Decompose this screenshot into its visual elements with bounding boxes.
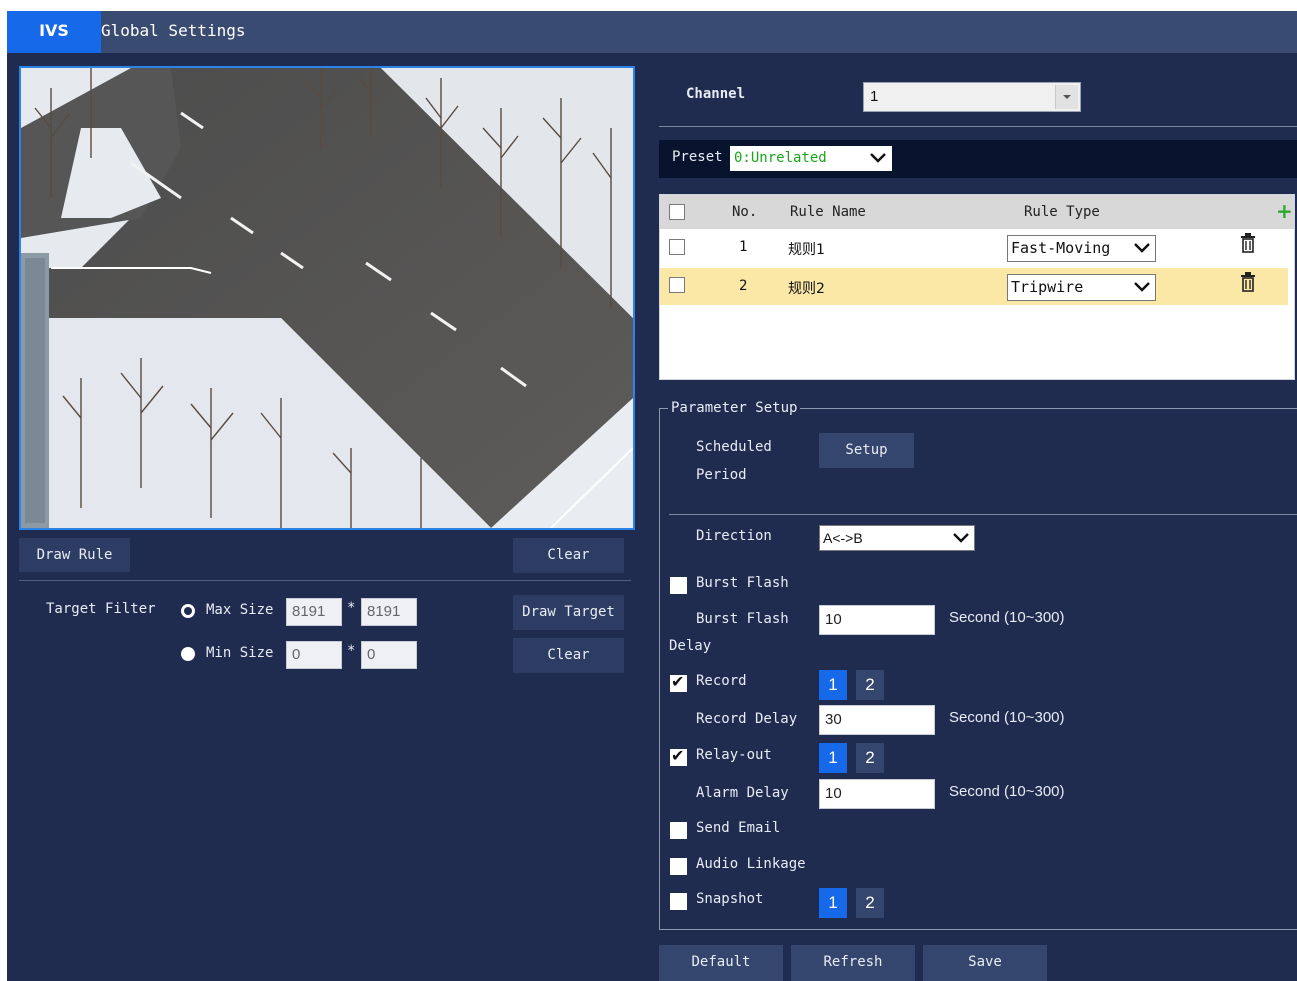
- scheduled-period-label-line1: Scheduled: [696, 439, 772, 455]
- delete-trash-icon[interactable]: [1240, 233, 1256, 257]
- param-divider: [669, 514, 1297, 515]
- refresh-button[interactable]: Refresh: [791, 945, 915, 981]
- burst-flash-delay-label-line1: Burst Flash: [696, 611, 789, 627]
- record-delay-hint: Second (10~300): [949, 709, 1065, 726]
- parameter-setup-legend: Parameter Setup: [671, 400, 798, 416]
- max-size-radio[interactable]: [181, 604, 195, 618]
- select-all-checkbox[interactable]: [669, 204, 685, 220]
- channel-value: 1: [870, 88, 879, 105]
- delete-trash-icon[interactable]: [1240, 272, 1256, 296]
- min-width-field[interactable]: 0: [286, 641, 342, 669]
- row-rule-type-value: Fast-Moving: [1011, 239, 1111, 257]
- max-times-sign: *: [347, 600, 356, 616]
- burst-flash-delay-label-line2: Delay: [669, 638, 712, 654]
- snapshot-label: Snapshot: [696, 891, 764, 907]
- burst-flash-label: Burst Flash: [696, 575, 789, 591]
- row-checkbox[interactable]: [669, 277, 685, 293]
- max-width-field[interactable]: 8191: [286, 598, 342, 626]
- setup-button[interactable]: Setup: [819, 433, 914, 468]
- direction-value: A<->B: [823, 530, 863, 546]
- parameter-setup-group: Parameter Setup: [659, 400, 1297, 930]
- video-preview[interactable]: [19, 66, 635, 530]
- chevron-down-icon: [1131, 275, 1153, 300]
- alarm-delay-label: Alarm Delay: [696, 785, 789, 801]
- clear-target-button[interactable]: Clear: [513, 638, 624, 673]
- record-channel-2-button[interactable]: 2: [856, 670, 884, 700]
- rules-table: No. Rule Name Rule Type + 1 规则1 Fast-Mov…: [659, 194, 1295, 380]
- min-size-radio[interactable]: [181, 647, 195, 661]
- row-rule-type-value: Tripwire: [1011, 278, 1084, 296]
- burst-flash-delay-input[interactable]: 10: [819, 605, 935, 635]
- draw-target-button[interactable]: Draw Target: [513, 595, 624, 630]
- send-email-label: Send Email: [696, 820, 781, 836]
- chevron-down-icon: [950, 526, 972, 550]
- row-rule-type-select[interactable]: Tripwire: [1007, 274, 1156, 301]
- chevron-down-icon: [1055, 85, 1078, 109]
- header-rule-name: Rule Name: [790, 204, 866, 220]
- snapshot-channel-1-button[interactable]: 1: [819, 888, 847, 918]
- preset-select[interactable]: 0:Unrelated: [730, 146, 892, 171]
- left-divider: [19, 580, 631, 581]
- row-rule-type-select[interactable]: Fast-Moving: [1007, 235, 1156, 262]
- default-button[interactable]: Default: [659, 945, 783, 981]
- min-size-label: Min Size: [206, 645, 274, 661]
- preset-label: Preset: [672, 149, 723, 165]
- record-channel-1-button[interactable]: 1: [819, 670, 847, 700]
- audio-linkage-label: Audio Linkage: [696, 856, 806, 872]
- save-button[interactable]: Save: [923, 945, 1047, 981]
- preset-value: 0:Unrelated: [734, 150, 827, 166]
- direction-select[interactable]: A<->B: [819, 525, 975, 551]
- ivs-config-window: IVS Global Settings Draw Rule Clear Targ…: [7, 11, 1297, 981]
- snapshot-checkbox[interactable]: [670, 893, 687, 910]
- table-header: No. Rule Name Rule Type +: [660, 195, 1294, 229]
- chevron-down-icon: [867, 147, 889, 170]
- tab-ivs[interactable]: IVS: [7, 11, 101, 53]
- record-checkbox[interactable]: [670, 672, 687, 692]
- draw-rule-button[interactable]: Draw Rule: [19, 538, 130, 572]
- row-rule-name: 规则1: [788, 242, 825, 258]
- camera-snapshot-image: [21, 68, 633, 528]
- channel-divider: [659, 126, 1297, 127]
- row-no: 1: [739, 239, 748, 255]
- row-rule-name: 规则2: [788, 281, 825, 297]
- record-delay-input[interactable]: 30: [819, 705, 935, 735]
- burst-flash-delay-hint: Second (10~300): [949, 609, 1065, 626]
- table-row[interactable]: 1 规则1 Fast-Moving: [660, 230, 1288, 267]
- channel-label: Channel: [686, 86, 746, 102]
- row-no: 2: [739, 278, 748, 294]
- record-label: Record: [696, 673, 747, 689]
- row-checkbox[interactable]: [669, 239, 685, 255]
- snapshot-channel-2-button[interactable]: 2: [856, 888, 884, 918]
- audio-linkage-checkbox[interactable]: [670, 858, 687, 875]
- tab-bar: IVS Global Settings: [7, 11, 1297, 53]
- scheduled-period-label-line2: Period: [696, 467, 747, 483]
- min-height-field[interactable]: 0: [361, 641, 417, 669]
- send-email-checkbox[interactable]: [670, 822, 687, 839]
- relay-out-checkbox[interactable]: [670, 746, 687, 766]
- alarm-delay-hint: Second (10~300): [949, 783, 1065, 800]
- table-row[interactable]: 2 规则2 Tripwire: [660, 268, 1288, 305]
- clear-rule-button[interactable]: Clear: [513, 538, 624, 573]
- max-height-field[interactable]: 8191: [361, 598, 417, 626]
- target-filter-label: Target Filter: [46, 601, 156, 617]
- header-rule-type: Rule Type: [1024, 204, 1100, 220]
- relay-out-channel-2-button[interactable]: 2: [856, 743, 884, 773]
- direction-label: Direction: [696, 528, 772, 544]
- chevron-down-icon: [1131, 236, 1153, 261]
- relay-out-label: Relay-out: [696, 747, 772, 763]
- add-rule-plus-icon[interactable]: +: [1276, 199, 1293, 223]
- alarm-delay-input[interactable]: 10: [819, 779, 935, 809]
- min-times-sign: *: [347, 643, 356, 659]
- relay-out-channel-1-button[interactable]: 1: [819, 743, 847, 773]
- max-size-label: Max Size: [206, 602, 274, 618]
- channel-select[interactable]: 1: [863, 82, 1081, 112]
- header-no: No.: [732, 204, 758, 220]
- record-delay-label: Record Delay: [696, 711, 798, 727]
- tab-global-settings[interactable]: Global Settings: [101, 11, 246, 53]
- burst-flash-checkbox[interactable]: [670, 577, 687, 594]
